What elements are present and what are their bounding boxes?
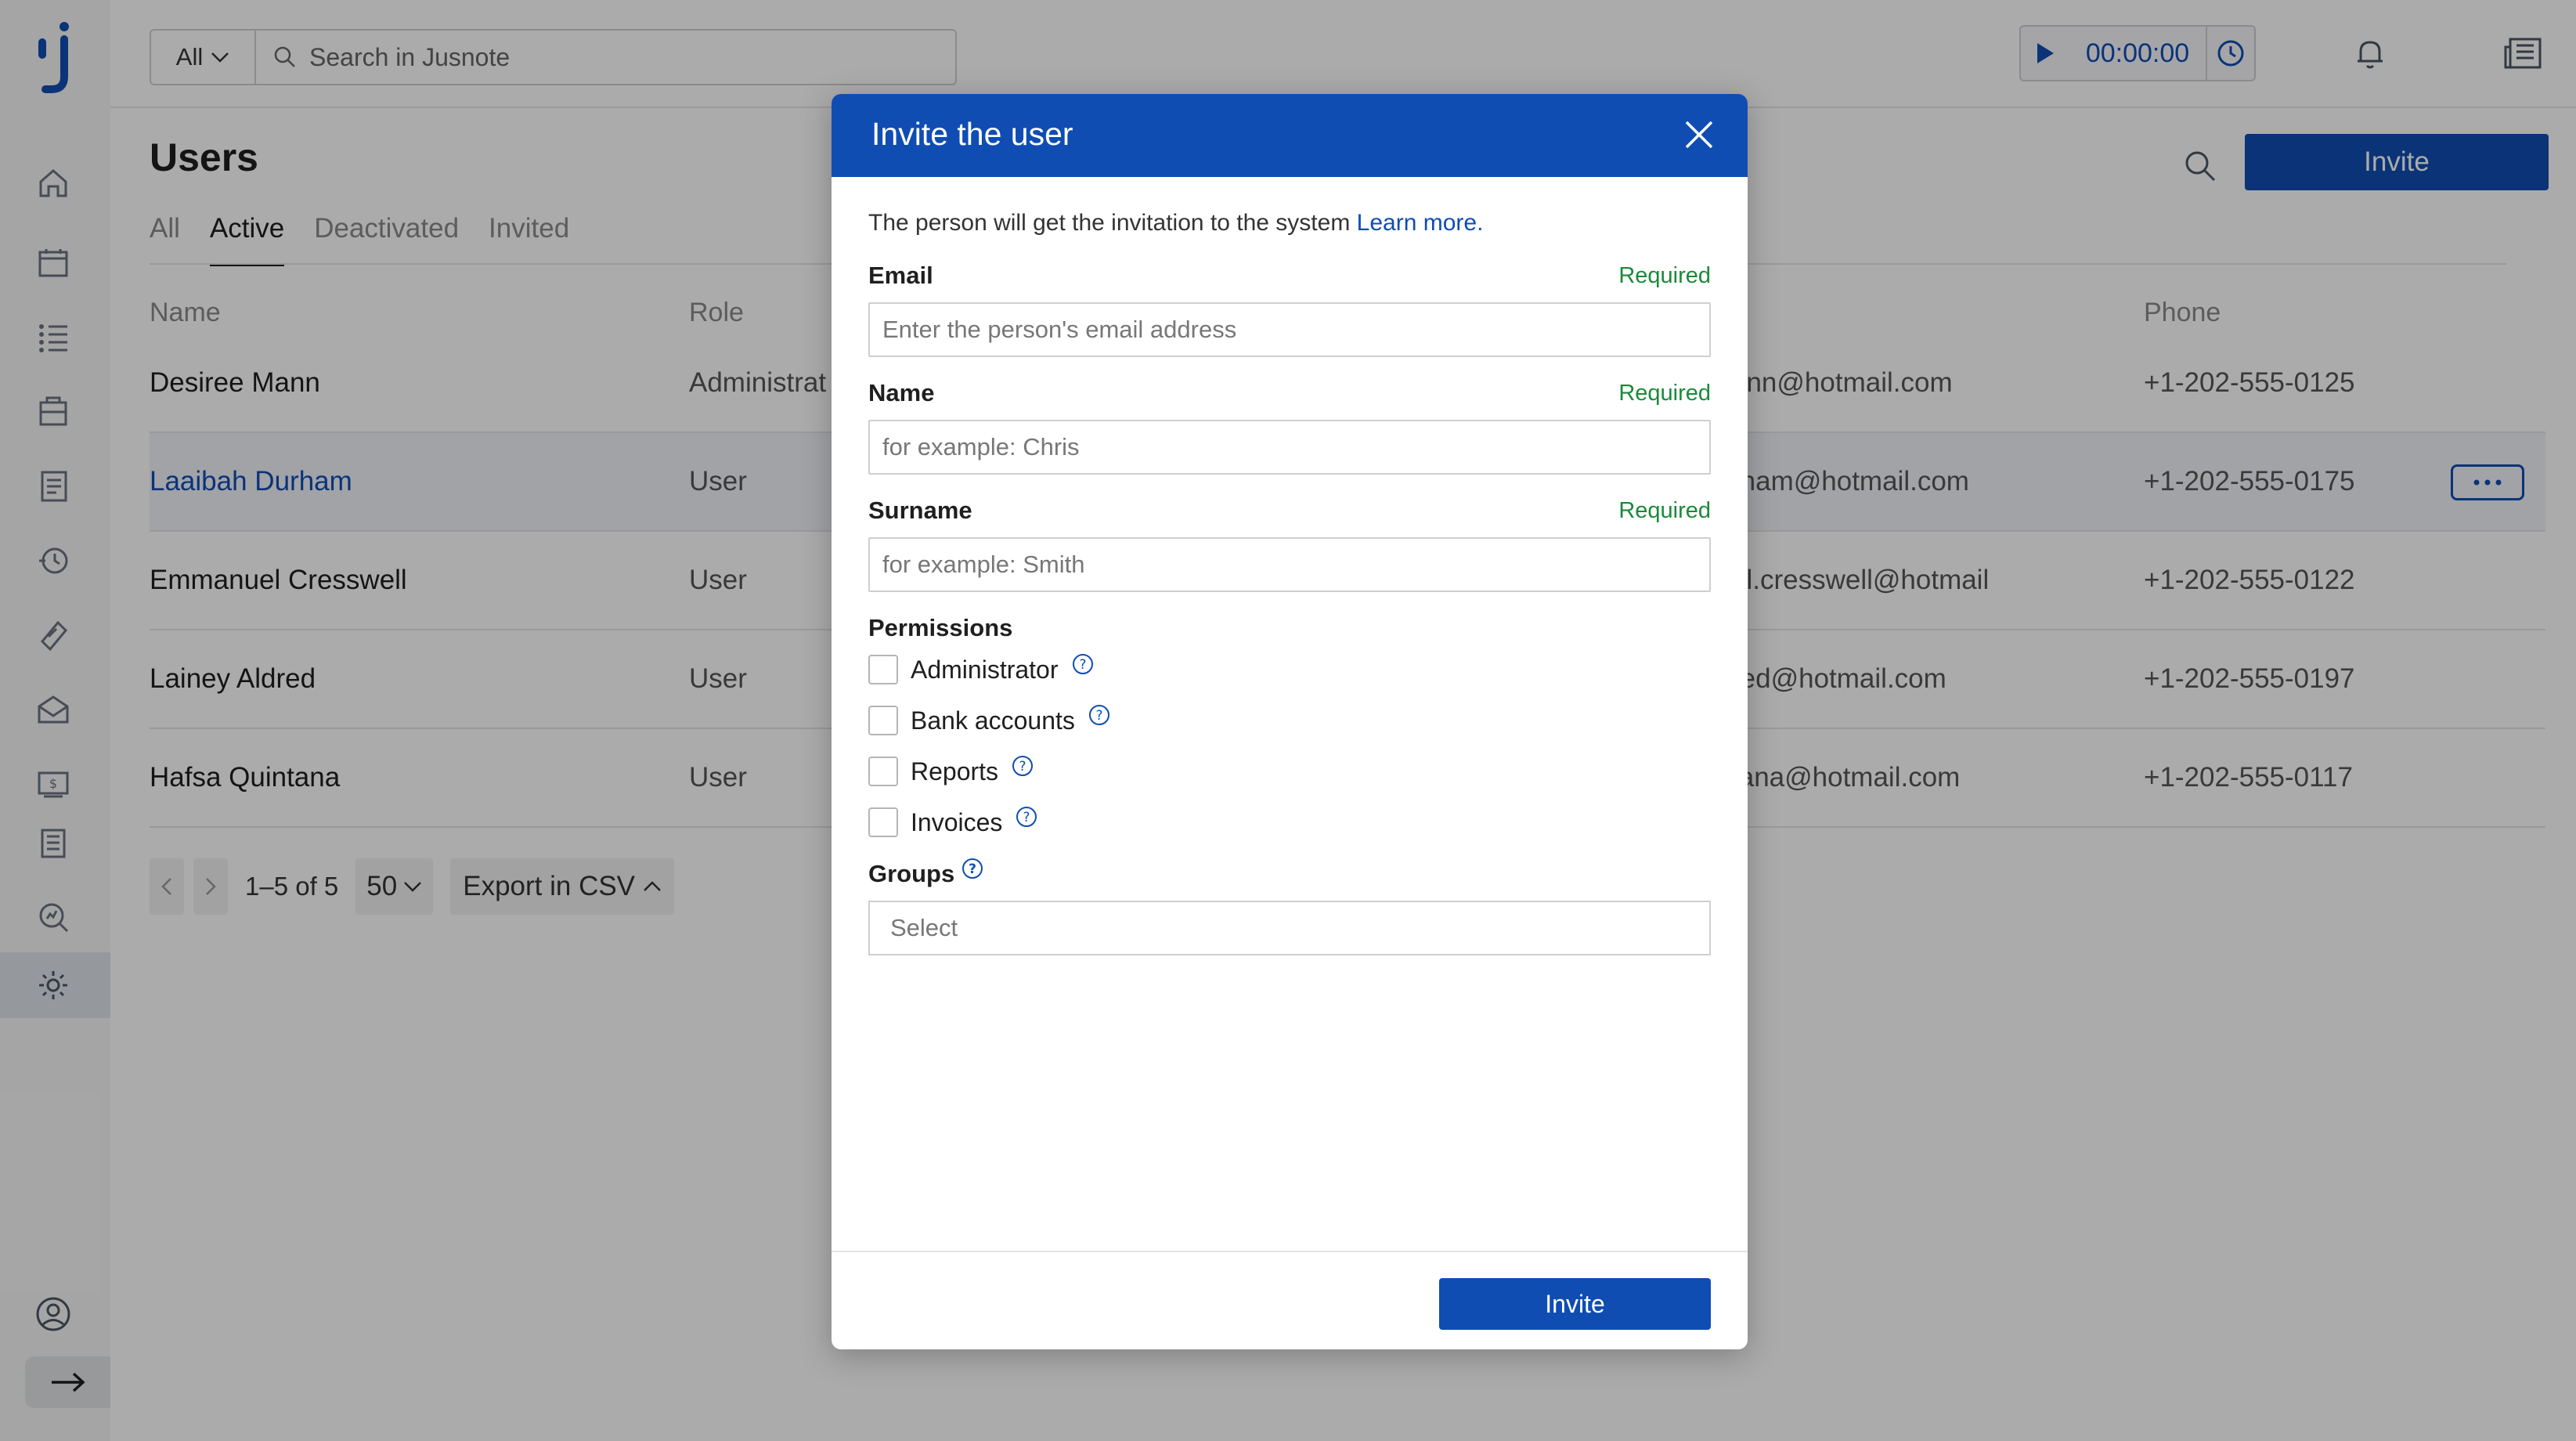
- svg-text:?: ?: [1095, 708, 1102, 724]
- svg-text:?: ?: [1023, 810, 1030, 825]
- invite-user-dialog: Invite the user The person will get the …: [832, 94, 1748, 1349]
- email-label: Email: [868, 262, 933, 289]
- name-required: Required: [1618, 381, 1711, 406]
- svg-text:?: ?: [969, 861, 976, 877]
- groups-label: Groups: [868, 860, 955, 887]
- send-invite-button[interactable]: Invite: [1439, 1278, 1711, 1330]
- help-icon[interactable]: ?: [1071, 652, 1095, 676]
- permission-label: Bank accounts: [911, 706, 1075, 735]
- groups-select[interactable]: Select: [868, 901, 1711, 955]
- permissions-label: Permissions: [868, 614, 1013, 641]
- svg-text:?: ?: [1019, 759, 1026, 775]
- dialog-title: Invite the user: [871, 116, 1073, 152]
- learn-more-link[interactable]: Learn more.: [1357, 210, 1484, 236]
- dialog-footer-divider: [832, 1251, 1748, 1252]
- help-icon[interactable]: ?: [1015, 805, 1038, 829]
- reports-checkbox[interactable]: [868, 757, 898, 786]
- permission-label: Invoices: [911, 807, 1003, 836]
- permission-administrator[interactable]: Administrator ?: [868, 652, 1095, 687]
- email-field[interactable]: [868, 302, 1711, 357]
- permission-reports[interactable]: Reports ?: [868, 754, 1034, 789]
- permission-bank-accounts[interactable]: Bank accounts ?: [868, 703, 1111, 738]
- intro-text: The person will get the invitation to th…: [868, 210, 1351, 236]
- invoices-checkbox[interactable]: [868, 807, 898, 837]
- groups-placeholder: Select: [890, 914, 958, 941]
- groups-label-row: Groups ?: [868, 857, 984, 888]
- surname-label: Surname: [868, 497, 972, 524]
- bank-accounts-checkbox[interactable]: [868, 706, 898, 735]
- dialog-intro: The person will get the invitation to th…: [868, 210, 1483, 237]
- permission-label: Reports: [911, 757, 999, 786]
- help-icon[interactable]: ?: [961, 857, 984, 880]
- help-icon[interactable]: ?: [1088, 703, 1111, 727]
- permission-label: Administrator: [911, 655, 1059, 684]
- administrator-checkbox[interactable]: [868, 655, 898, 684]
- email-required: Required: [1618, 263, 1711, 288]
- name-label: Name: [868, 379, 935, 406]
- surname-required: Required: [1618, 498, 1711, 523]
- close-button[interactable]: [1682, 117, 1716, 152]
- svg-text:?: ?: [1079, 657, 1086, 673]
- help-icon[interactable]: ?: [1011, 754, 1034, 778]
- dialog-header: Invite the user: [832, 94, 1748, 177]
- permission-invoices[interactable]: Invoices ?: [868, 805, 1038, 840]
- name-field[interactable]: [868, 420, 1711, 475]
- surname-field[interactable]: [868, 537, 1711, 592]
- close-icon: [1685, 121, 1713, 149]
